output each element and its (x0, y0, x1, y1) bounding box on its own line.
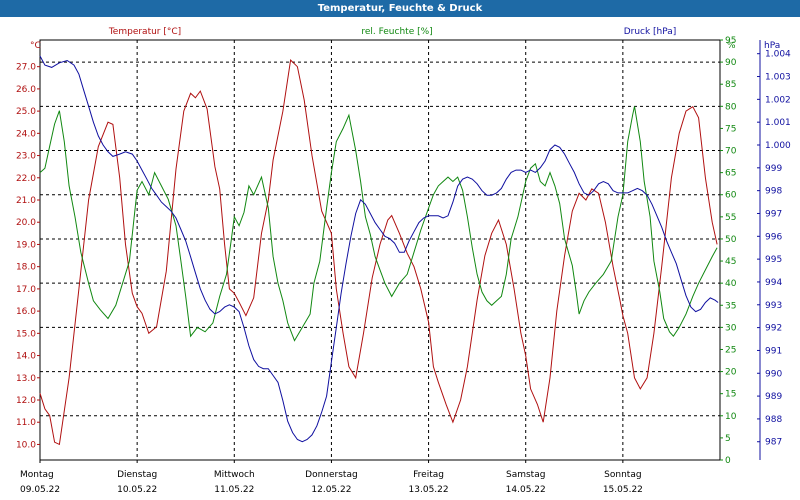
humidity-tick-label: 15 (725, 390, 736, 400)
humidity-tick-label: 50 (725, 235, 737, 245)
temperature-tick-label: 15.0 (16, 329, 36, 339)
pressure-tick-label: 999 (765, 164, 782, 174)
temperature-tick-label: 23.0 (16, 152, 36, 162)
x-tick-day: Dienstag (117, 470, 157, 480)
temperature-tick-label: 10.0 (16, 440, 36, 450)
x-tick-day: Mittwoch (214, 470, 255, 480)
humidity-tick-label: 35 (725, 301, 736, 311)
series-lines (39, 55, 719, 446)
humidity-tick-label: 10 (725, 412, 737, 422)
temperature-tick-label: 20.0 (16, 218, 36, 228)
humidity-tick-label: 5 (725, 434, 731, 444)
pressure-tick-label: 1.003 (765, 73, 791, 83)
humidity-tick-label: 60 (725, 191, 737, 201)
temperature-tick-label: 13.0 (16, 374, 36, 384)
humidity-tick-label: 80 (725, 102, 737, 112)
pressure-tick-label: 988 (765, 415, 782, 425)
humidity-tick-label: 0 (725, 456, 731, 466)
humidity-series-line (39, 106, 718, 342)
temperature-series-line (39, 58, 718, 446)
temperature-tick-label: 24.0 (16, 129, 36, 139)
humidity-tick-label: 65 (725, 169, 736, 179)
temperature-tick-label: 21.0 (16, 196, 36, 206)
humidity-tick-label: 70 (725, 147, 737, 157)
grid-lines (40, 40, 720, 460)
pressure-tick-label: 1.000 (765, 141, 791, 151)
pressure-tick-label: 987 (765, 438, 782, 448)
x-tick-day: Sonntag (604, 470, 641, 480)
humidity-axis-ticks: 05101520253035404550556065707580859095 (720, 36, 737, 466)
pressure-unit: hPa (764, 41, 780, 51)
x-tick-day: Montag (20, 470, 54, 480)
temperature-tick-label: 22.0 (16, 174, 36, 184)
pressure-axis-ticks: 987 988 989 990 991 992 993 994 995 996 997 998 999 1… (757, 40, 791, 460)
temperature-axis-ticks: 10.0 11.0 12.0 13.0 14.0 15.0 16.0 17.0 18.0 19.0… (16, 63, 40, 450)
x-tick-date: 15.05.22 (603, 485, 643, 495)
pressure-tick-label: 995 (765, 255, 782, 265)
temperature-tick-label: 18.0 (16, 263, 36, 273)
temperature-tick-label: 19.0 (16, 240, 36, 250)
temperature-header: Temperatur [°C] (108, 27, 181, 37)
plot-area-frame (39, 39, 721, 461)
humidity-tick-label: 85 (725, 80, 736, 90)
pressure-tick-label: 993 (765, 301, 782, 311)
pressure-tick-label: 989 (765, 392, 782, 402)
humidity-tick-label: 45 (725, 257, 736, 267)
temperature-tick-label: 16.0 (16, 307, 36, 317)
x-tick-day: Donnerstag (305, 470, 358, 480)
chart-canvas: 10.0 11.0 12.0 13.0 14.0 15.0 16.0 17.0 18.0 19.0… (16, 27, 791, 495)
humidity-header: rel. Feuchte [%] (361, 27, 432, 37)
pressure-tick-label: 994 (765, 278, 782, 288)
humidity-tick-label: 40 (725, 279, 737, 289)
x-axis-ticks: Montag 09.05.22 Dienstag 10.05.22 Mittwoch 11… (20, 460, 643, 495)
temperature-tick-label: 26.0 (16, 85, 36, 95)
temperature-tick-label: 17.0 (16, 285, 36, 295)
x-tick-date: 14.05.22 (506, 485, 546, 495)
pressure-tick-label: 1.001 (765, 118, 791, 128)
pressure-tick-label: 1.004 (765, 50, 791, 60)
temperature-tick-label: 14.0 (16, 352, 36, 362)
humidity-tick-label: 55 (725, 213, 736, 223)
humidity-unit: % (727, 41, 736, 51)
pressure-tick-label: 992 (765, 324, 782, 334)
humidity-tick-label: 30 (725, 323, 737, 333)
x-tick-date: 11.05.22 (214, 485, 254, 495)
temperature-tick-label: 25.0 (16, 107, 36, 117)
temperature-tick-label: 12.0 (16, 396, 36, 406)
temperature-unit: °C (30, 41, 41, 51)
x-tick-day: Freitag (413, 470, 444, 480)
pressure-tick-label: 997 (765, 209, 782, 219)
humidity-tick-label: 90 (725, 58, 737, 68)
x-tick-date: 10.05.22 (117, 485, 157, 495)
humidity-tick-label: 20 (725, 368, 737, 378)
pressure-tick-label: 998 (765, 187, 782, 197)
pressure-tick-label: 1.002 (765, 95, 791, 105)
temperature-tick-label: 11.0 (16, 418, 36, 428)
pressure-tick-label: 996 (765, 232, 782, 242)
temperature-tick-label: 27.0 (16, 63, 36, 73)
humidity-tick-label: 75 (725, 124, 736, 134)
x-tick-date: 12.05.22 (311, 485, 351, 495)
x-tick-day: Samstag (506, 470, 545, 480)
x-tick-date: 13.05.22 (409, 485, 449, 495)
pressure-header: Druck [hPa] (624, 27, 677, 37)
pressure-tick-label: 990 (765, 369, 782, 379)
pressure-tick-label: 991 (765, 346, 782, 356)
x-tick-date: 09.05.22 (20, 485, 60, 495)
humidity-tick-label: 25 (725, 345, 736, 355)
